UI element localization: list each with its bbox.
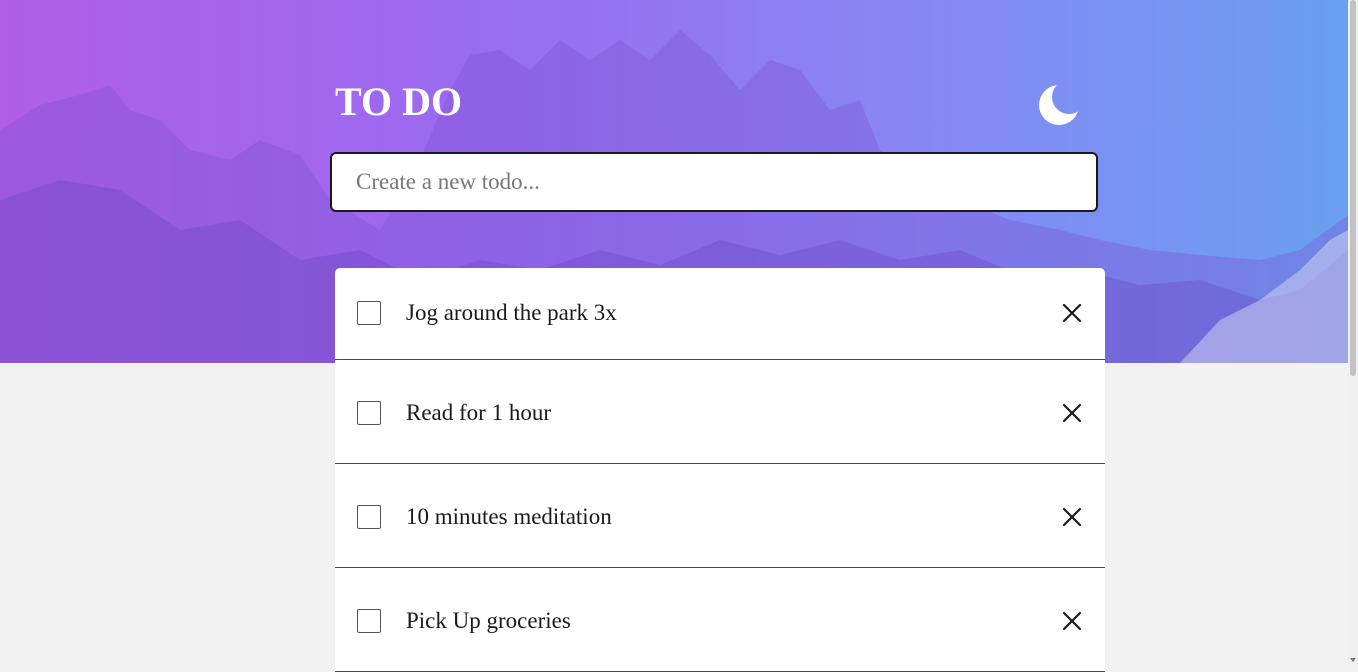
todo-label: Read for 1 hour [406,400,551,425]
close-icon [1062,303,1082,323]
todo-label: 10 minutes meditation [406,504,612,529]
page-title: TO DO [335,79,463,124]
todo-item: Read for 1 hour [335,360,1105,464]
close-icon [1062,507,1082,527]
close-icon [1062,611,1082,631]
todo-list: Jog around the park 3x Read for 1 hour 1… [335,268,1105,672]
theme-toggle-button[interactable] [1036,82,1082,128]
new-todo-input[interactable] [330,152,1098,212]
todo-checkbox[interactable] [357,505,381,529]
delete-todo-button[interactable] [1061,610,1083,632]
delete-todo-button[interactable] [1061,302,1083,324]
delete-todo-button[interactable] [1061,402,1083,424]
todo-label: Jog around the park 3x [406,300,617,325]
todo-label: Pick Up groceries [406,608,571,633]
scrollbar[interactable] [1348,0,1358,664]
todo-checkbox[interactable] [357,301,381,325]
todo-item: Jog around the park 3x [335,268,1105,360]
scrollbar-thumb[interactable] [1350,0,1356,376]
scroll-down-arrow-icon[interactable] [1350,658,1356,662]
delete-todo-button[interactable] [1061,506,1083,528]
moon-icon [1039,85,1079,125]
todo-item: Pick Up groceries [335,568,1105,672]
todo-checkbox[interactable] [357,609,381,633]
todo-checkbox[interactable] [357,401,381,425]
todo-item: 10 minutes meditation [335,464,1105,568]
close-icon [1062,403,1082,423]
